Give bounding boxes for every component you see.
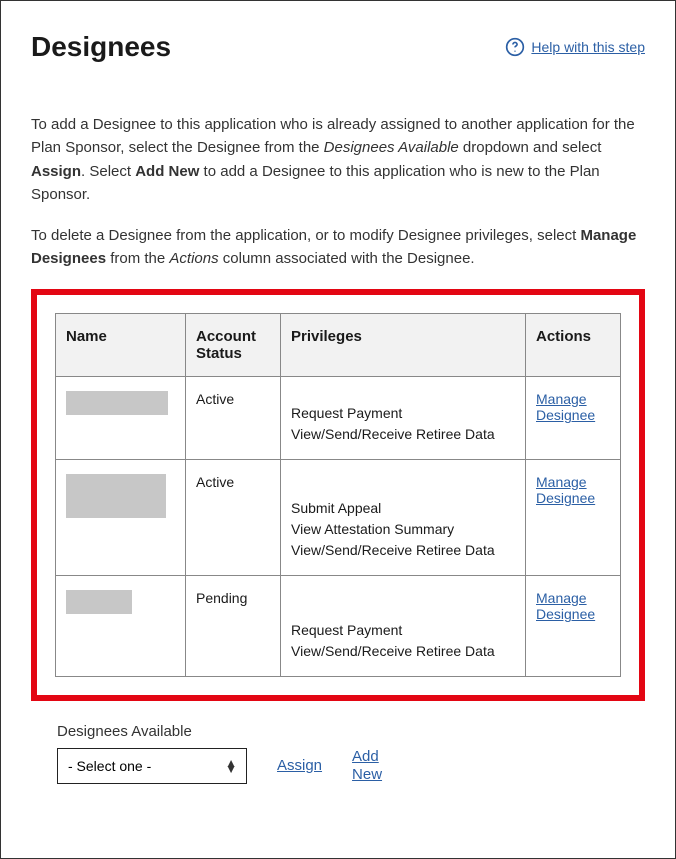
table-row: Active Submit AppealView Attestation Sum… bbox=[56, 459, 621, 575]
column-header-privileges: Privileges bbox=[281, 313, 526, 376]
help-icon bbox=[505, 37, 525, 57]
cell-privileges: Submit AppealView Attestation SummaryVie… bbox=[291, 498, 515, 561]
table-header-row: Name Account Status Privileges Actions bbox=[56, 313, 621, 376]
below-table-controls: Designees Available - Select one - ▲▼ As… bbox=[31, 723, 645, 784]
designees-table-highlight: Name Account Status Privileges Actions A… bbox=[31, 289, 645, 701]
page-title: Designees bbox=[31, 31, 171, 63]
add-new-link[interactable]: Add New bbox=[352, 748, 397, 783]
manage-designee-link[interactable]: Manage Designee bbox=[536, 474, 610, 508]
intro-paragraph-2: To delete a Designee from the applicatio… bbox=[31, 224, 645, 271]
redacted-name bbox=[66, 391, 168, 415]
table-row: Active Request PaymentView/Send/Receive … bbox=[56, 376, 621, 459]
manage-designee-link[interactable]: Manage Designee bbox=[536, 391, 610, 425]
assign-link[interactable]: Assign bbox=[277, 757, 322, 774]
column-header-actions: Actions bbox=[526, 313, 621, 376]
redacted-name bbox=[66, 474, 166, 518]
cell-status: Pending bbox=[186, 575, 281, 676]
intro-paragraph-1: To add a Designee to this application wh… bbox=[31, 113, 645, 206]
column-header-name: Name bbox=[56, 313, 186, 376]
cell-status: Active bbox=[186, 376, 281, 459]
help-with-step-link[interactable]: Help with this step bbox=[505, 37, 645, 57]
designees-available-select[interactable]: - Select one - bbox=[57, 748, 247, 784]
redacted-name bbox=[66, 590, 132, 614]
column-header-status: Account Status bbox=[186, 313, 281, 376]
cell-privileges: Request PaymentView/Send/Receive Retiree… bbox=[291, 620, 515, 662]
designees-table: Name Account Status Privileges Actions A… bbox=[55, 313, 621, 677]
manage-designee-link[interactable]: Manage Designee bbox=[536, 590, 610, 624]
designees-available-select-wrap: - Select one - ▲▼ bbox=[57, 748, 247, 784]
designees-available-label: Designees Available bbox=[57, 723, 645, 740]
cell-privileges: Request PaymentView/Send/Receive Retiree… bbox=[291, 403, 515, 445]
table-row: Pending Request PaymentView/Send/Receive… bbox=[56, 575, 621, 676]
help-link-label: Help with this step bbox=[531, 39, 645, 55]
cell-status: Active bbox=[186, 459, 281, 575]
